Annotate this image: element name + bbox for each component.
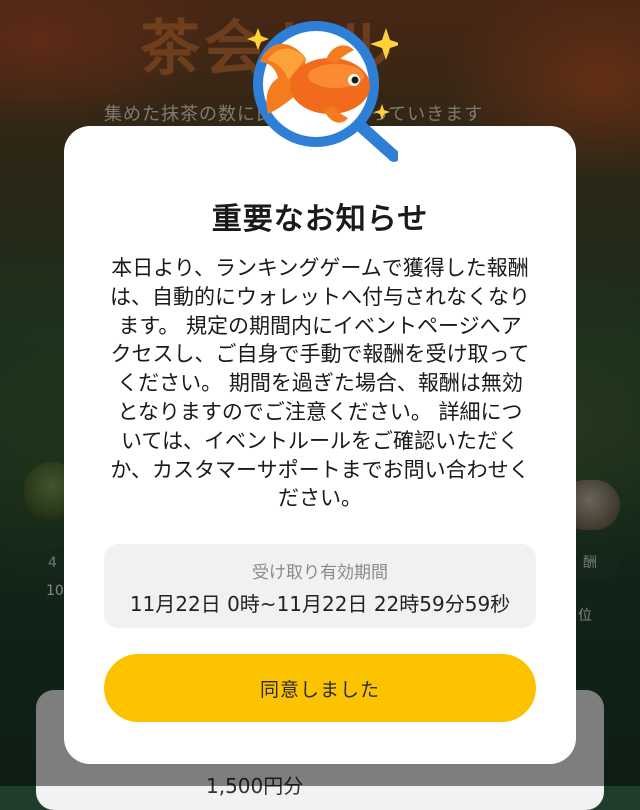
body-line: クセスし、ご自身で手動で報酬を受け取って [110, 342, 530, 367]
goldfish-magnifier-icon [247, 21, 398, 162]
body-line: いては、イベントルールをご確認いただく [121, 428, 519, 453]
body-line: となりますのでご注意ください。 詳細につ [117, 399, 523, 424]
body-line: 本日より、ランキングゲームで獲得した報酬 [111, 256, 529, 280]
body-line: ます。 規定の期間内にイベントページへア [118, 313, 522, 338]
dialog-body: 本日より、ランキングゲームで獲得した報酬 は、自動的にウォレットへ付与されなくな… [104, 254, 536, 513]
agree-button[interactable]: 同意しました [104, 654, 536, 722]
notice-dialog: 重要なお知らせ 本日より、ランキングゲームで獲得した報酬 は、自動的にウォレット… [64, 126, 576, 764]
body-line: か、カスタマーサポートまでお問い合わせく [110, 457, 530, 482]
claim-period-box: 受け取り有効期間 11月22日 0時~11月22日 22時59分59秒 [104, 544, 536, 628]
claim-period-value: 11月22日 0時~11月22日 22時59分59秒 [129, 592, 511, 616]
body-line: は、自動的にウォレットへ付与されなくなり [110, 284, 530, 309]
dialog-title: 重要なお知らせ [211, 202, 429, 237]
claim-period-label: 受け取り有効期間 [252, 563, 388, 583]
body-line: ください。 期間を過ぎた場合、報酬は無効 [117, 371, 523, 396]
body-line: ださい。 [278, 486, 362, 511]
